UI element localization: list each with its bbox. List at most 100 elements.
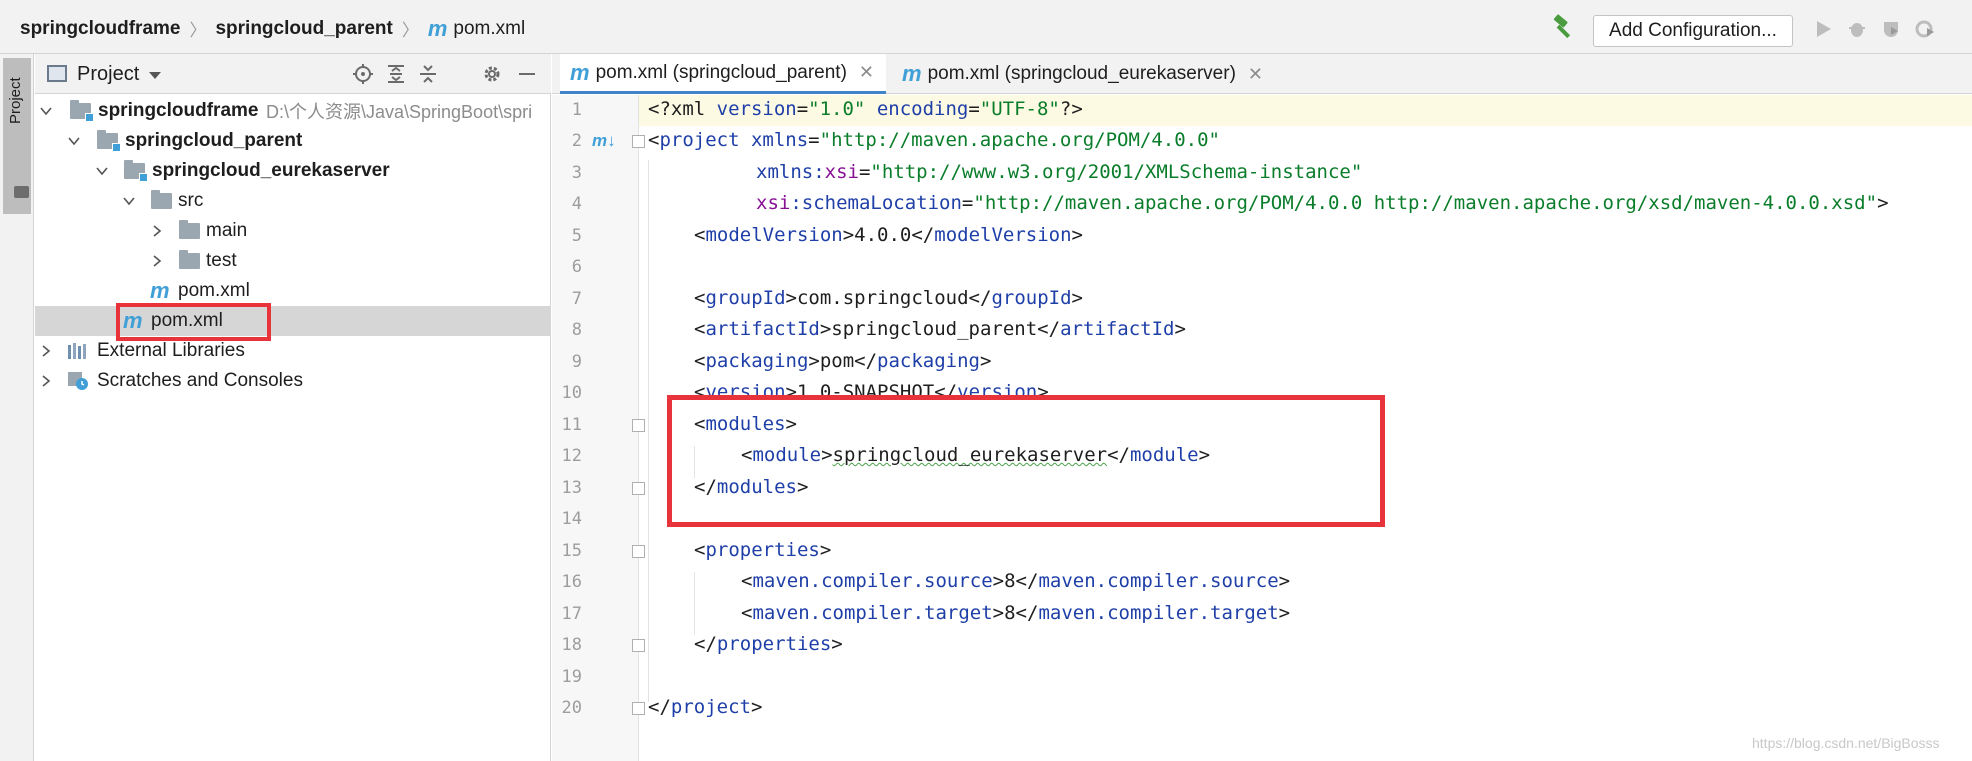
tree-item-src[interactable]: src	[35, 186, 551, 216]
tree-item-springcloud-parent[interactable]: springcloud_parent	[35, 126, 551, 156]
chevron-down-icon[interactable]	[96, 165, 108, 177]
coverage-icon[interactable]	[1880, 18, 1902, 40]
expand-all-icon[interactable]	[385, 63, 407, 85]
fold-marker-icon[interactable]	[632, 135, 645, 148]
maven-icon: m	[570, 59, 590, 85]
fold-marker-icon[interactable]	[632, 702, 645, 715]
chevron-down-icon[interactable]	[149, 72, 161, 79]
breadcrumb-separator: 〉	[401, 21, 419, 40]
line-number: 1	[571, 100, 582, 120]
project-tool-tab[interactable]: Project	[3, 58, 31, 214]
breadcrumb-parent[interactable]: springcloud_parent	[215, 18, 392, 40]
line-number: 14	[561, 509, 582, 529]
tree-item-label: External Libraries	[97, 340, 245, 361]
xml-token: groupId	[705, 287, 786, 309]
tree-item-springcloudframe[interactable]: springcloudframe D:\个人资源\Java\SpringBoot…	[35, 96, 551, 126]
tab-label: pom.xml (springcloud_parent)	[595, 61, 847, 83]
tree-item-external-libraries[interactable]: External Libraries	[35, 336, 551, 366]
xml-token: project	[670, 696, 751, 718]
close-icon[interactable]: ✕	[859, 62, 874, 83]
profile-icon[interactable]	[1914, 18, 1936, 40]
tab-pom-parent[interactable]: m pom.xml (springcloud_parent) ✕	[560, 54, 886, 94]
project-panel: Project springcloudframe D:\个人资源\Java\Sp…	[35, 54, 551, 761]
xml-token: artifactId	[1060, 318, 1175, 340]
hammer-icon[interactable]	[1551, 14, 1577, 40]
chevron-right-icon[interactable]	[40, 375, 52, 387]
code-line-15[interactable]: <properties>	[694, 539, 831, 561]
xml-token: xmlns	[750, 129, 809, 151]
run-icon[interactable]	[1812, 18, 1834, 40]
chevron-right-icon[interactable]	[151, 255, 163, 267]
indent-guide	[694, 572, 695, 635]
xml-token: >	[1174, 318, 1186, 340]
breadcrumb-root[interactable]: springcloudframe	[20, 18, 180, 40]
line-number: 5	[571, 226, 582, 246]
xml-token: <	[741, 602, 753, 624]
code-line-5[interactable]: <modelVersion>4.0.0</modelVersion>	[694, 224, 1083, 246]
tool-window-strip: Project	[0, 54, 34, 761]
line-number: 3	[571, 163, 582, 183]
chevron-down-icon[interactable]	[123, 195, 135, 207]
xml-token: "1.0"	[808, 98, 866, 120]
code-line-7[interactable]: <groupId>com.springcloud</groupId>	[694, 287, 1083, 309]
chevron-right-icon[interactable]	[40, 345, 52, 357]
fold-marker-icon[interactable]	[632, 545, 645, 558]
xml-token: >	[819, 539, 832, 561]
collapse-all-icon[interactable]	[417, 63, 439, 85]
chevron-right-icon[interactable]	[151, 225, 163, 237]
line-number: 13	[561, 478, 582, 498]
highlight-box	[116, 303, 271, 341]
tree-item-label: pom.xml	[178, 280, 250, 301]
xml-token: modelVersion	[705, 224, 843, 246]
folder-icon	[14, 186, 29, 198]
tree-item-main[interactable]: main	[35, 216, 551, 246]
close-icon[interactable]: ✕	[1248, 64, 1263, 85]
code-line-8[interactable]: <artifactId>springcloud_parent</artifact…	[694, 318, 1186, 340]
code-line-16[interactable]: <maven.compiler.source>8</maven.compiler…	[741, 570, 1290, 592]
code-line-3[interactable]: xmlns:xsi="http://www.w3.org/2001/XMLSch…	[756, 161, 1362, 183]
line-number: 4	[571, 194, 582, 214]
code-line-17[interactable]: <maven.compiler.target>8</maven.compiler…	[741, 602, 1290, 624]
line-number: 19	[561, 667, 582, 687]
scratches-icon	[68, 372, 88, 390]
xml-token: properties	[716, 633, 832, 655]
breadcrumb: springcloudframe 〉 springcloud_parent 〉 …	[20, 16, 525, 41]
code-line-1[interactable]: <?xml version="1.0" encoding="UTF-8"?>	[648, 98, 1083, 120]
line-number: 20	[561, 698, 582, 718]
breadcrumb-file[interactable]: pom.xml	[453, 18, 525, 40]
tree-item-scratches-and-consoles[interactable]: Scratches and Consoles	[35, 366, 551, 396]
xml-token: maven.compiler.source	[1038, 570, 1279, 592]
xml-token: >	[1278, 602, 1291, 624]
project-panel-title[interactable]: Project	[77, 63, 139, 86]
debug-icon[interactable]	[1846, 18, 1868, 40]
gear-icon[interactable]	[481, 63, 503, 85]
fold-marker-icon[interactable]	[632, 482, 645, 495]
chevron-down-icon[interactable]	[40, 105, 52, 117]
code-line-20[interactable]: </project>	[648, 696, 762, 718]
xml-token: </	[694, 633, 717, 655]
fold-marker-icon[interactable]	[632, 639, 645, 652]
code-line-9[interactable]: <packaging>pom</packaging>	[694, 350, 991, 372]
locate-icon[interactable]	[352, 63, 374, 85]
project-view-icon	[47, 65, 67, 82]
module-folder-icon	[70, 100, 94, 122]
xml-token: =	[961, 192, 974, 214]
minimize-icon[interactable]	[516, 63, 538, 85]
chevron-down-icon[interactable]	[68, 135, 80, 147]
tree-item-springcloud-eurekaserver[interactable]: springcloud_eurekaserver	[35, 156, 551, 186]
maven-navigate-icon[interactable]: m↓	[592, 131, 616, 151]
fold-marker-icon[interactable]	[632, 419, 645, 432]
tree-item-label: main	[206, 220, 248, 241]
code-line-18[interactable]: </properties>	[694, 633, 843, 655]
code-line-2[interactable]: <project xmlns="http://maven.apache.org/…	[648, 129, 1220, 151]
code-line-4[interactable]: xsi:schemaLocation="http://maven.apache.…	[756, 192, 1889, 214]
xml-token: groupId	[991, 287, 1072, 309]
tree-item-pom-xml[interactable]: m pom.xml	[35, 276, 551, 306]
tree-item-pom-xml-selected[interactable]: m pom.xml	[35, 306, 551, 336]
tree-item-label: src	[178, 190, 204, 211]
line-number: 8	[571, 320, 582, 340]
add-configuration-button[interactable]: Add Configuration...	[1593, 15, 1793, 47]
xml-token: maven.compiler.target	[1038, 602, 1279, 624]
tree-item-test[interactable]: test	[35, 246, 551, 276]
tab-pom-eurekaserver[interactable]: m pom.xml (springcloud_eurekaserver) ✕	[892, 54, 1273, 94]
